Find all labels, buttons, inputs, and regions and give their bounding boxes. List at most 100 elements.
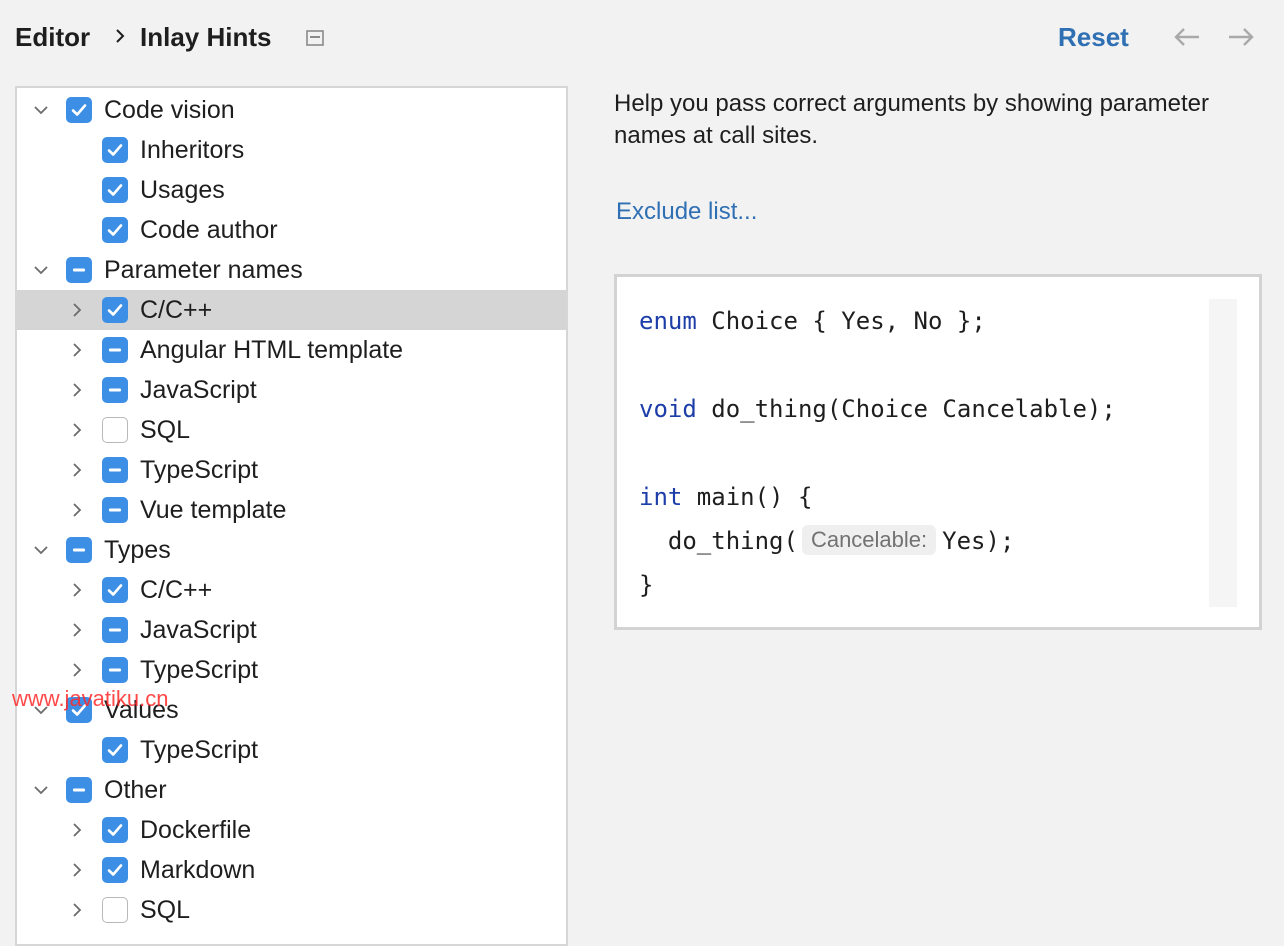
code-keyword: int: [639, 483, 683, 511]
tree-row[interactable]: Usages: [17, 170, 566, 210]
tree-item-label: Vue template: [140, 496, 287, 524]
watermark: www.javatiku.cn: [12, 686, 169, 711]
tree-row[interactable]: JavaScript: [17, 370, 566, 410]
chevron-down-icon[interactable]: [33, 782, 49, 798]
tree-row[interactable]: Inheritors: [17, 130, 566, 170]
tree-row[interactable]: SQL: [17, 410, 566, 450]
code-text: do_thing(: [639, 527, 798, 555]
hint-description: Help you pass correct arguments by showi…: [614, 90, 1209, 149]
tree-item-label: SQL: [140, 896, 191, 924]
checkbox-checked[interactable]: [102, 577, 128, 603]
tree-row[interactable]: Angular HTML template: [17, 330, 566, 370]
chevron-right-icon[interactable]: [69, 662, 85, 678]
checkbox-partial[interactable]: [66, 257, 92, 283]
tree-row[interactable]: JavaScript: [17, 610, 566, 650]
checkbox-partial[interactable]: [102, 497, 128, 523]
code-preview-scrollbar[interactable]: [1209, 299, 1237, 607]
chevron-down-icon[interactable]: [33, 262, 49, 278]
tree-row[interactable]: C/C++: [17, 570, 566, 610]
tree-item-label: JavaScript: [140, 376, 257, 404]
chevron-right-icon[interactable]: [69, 862, 85, 878]
tree-row[interactable]: C/C++: [17, 290, 566, 330]
checkbox-checked[interactable]: [102, 857, 128, 883]
chevron-right-icon[interactable]: [69, 422, 85, 438]
checkbox-checked[interactable]: [66, 97, 92, 123]
back-arrow-icon[interactable]: [1172, 24, 1202, 50]
chevron-right-icon[interactable]: [69, 382, 85, 398]
minus-icon: [109, 508, 121, 512]
tree-row[interactable]: Markdown: [17, 850, 566, 890]
chevron-right-icon[interactable]: [69, 582, 85, 598]
forward-arrow-icon[interactable]: [1226, 24, 1256, 50]
chevron-down-icon[interactable]: [33, 102, 49, 118]
checkbox-partial[interactable]: [102, 337, 128, 363]
code-text: Yes);: [942, 527, 1015, 555]
checkbox-unchecked[interactable]: [102, 417, 128, 443]
tree-row[interactable]: Code author: [17, 210, 566, 250]
checkbox-checked[interactable]: [102, 737, 128, 763]
reset-button[interactable]: Reset: [1058, 22, 1129, 53]
tree-row[interactable]: SQL: [17, 890, 566, 930]
chevron-right-icon[interactable]: [69, 462, 85, 478]
tree-row[interactable]: Types: [17, 530, 566, 570]
checkmark-icon: [107, 824, 123, 836]
breadcrumb-editor[interactable]: Editor: [15, 22, 90, 53]
tree-row[interactable]: Parameter names: [17, 250, 566, 290]
checkbox-partial[interactable]: [66, 777, 92, 803]
chevron-right-icon[interactable]: [69, 822, 85, 838]
checkmark-icon: [107, 304, 123, 316]
tree-row[interactable]: Other: [17, 770, 566, 810]
tree-row[interactable]: TypeScript: [17, 450, 566, 490]
checkmark-icon: [107, 224, 123, 236]
checkmark-icon: [107, 864, 123, 876]
checkmark-icon: [107, 744, 123, 756]
code-text: }: [639, 571, 654, 599]
checkbox-checked[interactable]: [102, 177, 128, 203]
minus-icon: [73, 268, 85, 272]
code-keyword: enum: [639, 307, 697, 335]
tree-row[interactable]: Code vision: [17, 90, 566, 130]
tree-item-label: TypeScript: [140, 736, 259, 764]
checkbox-partial[interactable]: [102, 377, 128, 403]
tree-row[interactable]: Dockerfile: [17, 810, 566, 850]
checkbox-partial[interactable]: [66, 537, 92, 563]
tree-item-label: Dockerfile: [140, 816, 252, 844]
minus-icon: [73, 548, 85, 552]
checkbox-partial[interactable]: [102, 457, 128, 483]
tree-row[interactable]: Vue template: [17, 490, 566, 530]
exclude-list-link[interactable]: Exclude list...: [616, 198, 757, 226]
chevron-right-icon[interactable]: [69, 622, 85, 638]
tree-row[interactable]: TypeScript: [17, 730, 566, 770]
code-line: }: [639, 571, 653, 599]
chevron-right-icon[interactable]: [69, 342, 85, 358]
inlay-hints-tree[interactable]: Code vision Inheritors Usages Code author Pa…: [15, 86, 568, 946]
window-icon[interactable]: [306, 30, 324, 46]
tree-item-label: Parameter names: [104, 256, 303, 284]
tree-item-label: C/C++: [140, 576, 213, 604]
chevron-right-icon[interactable]: [69, 502, 85, 518]
code-preview: enum Choice { Yes, No }; void do_thing(C…: [614, 274, 1262, 630]
checkbox-unchecked[interactable]: [102, 897, 128, 923]
checkbox-partial[interactable]: [102, 657, 128, 683]
checkbox-partial[interactable]: [102, 617, 128, 643]
chevron-down-icon[interactable]: [33, 542, 49, 558]
breadcrumb-inlay-hints: Inlay Hints: [140, 22, 272, 52]
chevron-right-icon[interactable]: [69, 902, 85, 918]
tree-item-label: TypeScript: [140, 656, 259, 684]
checkbox-checked[interactable]: [102, 817, 128, 843]
checkbox-checked[interactable]: [102, 217, 128, 243]
tree-row[interactable]: TypeScript: [17, 650, 566, 690]
checkbox-checked[interactable]: [102, 137, 128, 163]
tree-item-label: Code author: [140, 216, 278, 244]
checkmark-icon: [107, 584, 123, 596]
checkbox-checked[interactable]: [102, 297, 128, 323]
tree-item-label: TypeScript: [140, 456, 259, 484]
header: Editor Inlay Hints Reset: [0, 0, 1284, 76]
minus-icon: [109, 388, 121, 392]
chevron-right-icon: [112, 24, 128, 48]
minus-icon: [109, 668, 121, 672]
tree-item-label: C/C++: [140, 296, 213, 324]
tree-item-label: Code vision: [104, 96, 235, 124]
chevron-right-icon[interactable]: [69, 302, 85, 318]
tree-item-label: Types: [104, 536, 171, 564]
